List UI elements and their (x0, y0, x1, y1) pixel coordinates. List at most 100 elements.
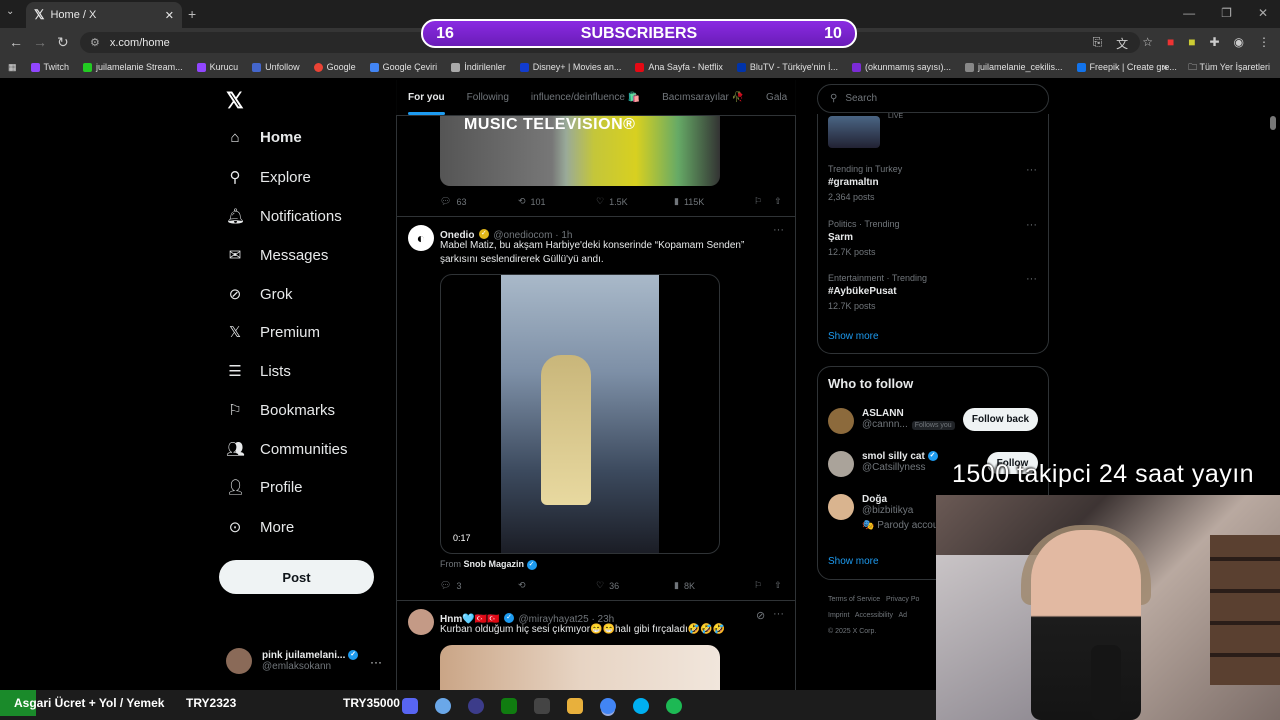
page-scrollbar[interactable] (1270, 116, 1276, 130)
footer-link[interactable]: Privacy Po (886, 596, 919, 603)
extension-red-icon[interactable]: ■ (1167, 35, 1174, 52)
post-button[interactable]: Post (219, 560, 374, 594)
app-icon[interactable] (435, 698, 451, 714)
close-tab-icon[interactable]: ✕ (165, 9, 174, 22)
bookmark-item[interactable]: Google Çeviri (369, 62, 437, 72)
footer-link[interactable]: Accessibility (855, 612, 893, 619)
views-button[interactable]: ▮ 115K (674, 196, 752, 207)
reload-icon[interactable]: ↻ (57, 34, 69, 51)
x-logo-icon[interactable]: 𝕏 (226, 88, 244, 114)
profile-icon[interactable]: ◉ (1234, 35, 1244, 52)
nav-communities[interactable]: 👥︎ Communities (226, 440, 348, 459)
chrome-icon[interactable] (600, 698, 616, 714)
tab-influence[interactable]: influence/deinfluence 🛍️ (531, 92, 640, 103)
grok-icon[interactable]: ⊘ (756, 609, 765, 622)
nav-bookmarks[interactable]: ⚐ Bookmarks (226, 401, 335, 420)
tab-gala[interactable]: Gala (766, 92, 787, 103)
capcut-icon[interactable] (534, 698, 550, 714)
bookmark-button[interactable]: ⚐ (754, 580, 762, 591)
tab-for-you[interactable]: For you (408, 92, 445, 115)
close-window-icon[interactable]: ✕ (1258, 6, 1268, 20)
repost-button[interactable]: ⟲ (518, 580, 596, 591)
nav-notifications[interactable]: 🔔︎ Notifications (226, 207, 342, 226)
new-tab-icon[interactable]: + (188, 6, 196, 22)
tweet-media-image[interactable]: MUSIC TELEVISION® (440, 116, 720, 186)
trend-item[interactable]: Entertainment · Trending #AybükePusat 12… (828, 273, 927, 311)
nav-messages[interactable]: ✉ Messages (226, 246, 329, 265)
nav-grok[interactable]: ⊘ Grok (226, 285, 293, 304)
menu-icon[interactable]: ⋮ (1258, 35, 1270, 52)
avatar[interactable] (408, 609, 434, 635)
back-icon[interactable]: ← (9, 34, 23, 50)
nav-premium[interactable]: 𝕏 Premium (226, 323, 320, 342)
bookmark-item[interactable]: juilamelanie_cekilis... (965, 62, 1063, 72)
bookmark-item[interactable]: Google (313, 62, 356, 72)
tweet-more-icon[interactable]: ··· (773, 608, 784, 620)
tab-following[interactable]: Following (467, 92, 509, 103)
trends-show-more-link[interactable]: Show more (828, 331, 879, 342)
account-more-icon[interactable]: ··· (370, 655, 382, 669)
bookmark-item[interactable]: juilamelanie Stream... (83, 62, 183, 72)
site-info-icon[interactable]: ⚙ (90, 36, 100, 49)
follow-suggestion[interactable]: Doğa @bizbitikya 🎭 Parody accou (828, 494, 938, 531)
follow-suggestion[interactable]: smol silly cat ✓ @Catsillyness (828, 451, 938, 477)
minimize-icon[interactable]: — (1183, 6, 1195, 20)
avatar[interactable]: ◐ (408, 225, 434, 251)
tweet-more-icon[interactable]: ··· (773, 224, 784, 236)
trend-more-icon[interactable]: ··· (1026, 219, 1037, 231)
browser-tab[interactable]: 𝕏 Home / X ✕ (26, 2, 182, 28)
footer-link[interactable]: Terms of Service (828, 596, 880, 603)
bookmark-item[interactable]: Kurucu (196, 62, 238, 72)
nav-lists[interactable]: ☰ Lists (226, 362, 291, 381)
all-bookmarks-button[interactable]: » 🗀 Tüm Yer İşaretleri (1163, 60, 1270, 76)
bookmark-item[interactable]: (okunmamış sayısı)... (851, 62, 951, 72)
bookmark-item[interactable]: Unfollow (252, 62, 300, 72)
reply-button[interactable]: 💬︎ 3 (440, 580, 518, 591)
apps-icon[interactable]: ▦ (8, 62, 17, 73)
follow-back-button[interactable]: Follow back (963, 408, 1038, 431)
tweet-video[interactable]: 0:17 (440, 274, 720, 554)
file-explorer-icon[interactable] (567, 698, 583, 714)
forward-icon[interactable]: → (33, 34, 47, 50)
trend-more-icon[interactable]: ··· (1026, 164, 1037, 176)
nav-explore[interactable]: ⚲ Explore (226, 168, 311, 187)
footer-link[interactable]: Ad (898, 612, 907, 619)
follow-suggestion[interactable]: ASLANN @cannn... Follows you (828, 408, 955, 434)
tab-bacimsarayilar[interactable]: Bacımsarayılar 🥀 (662, 92, 744, 103)
bookmark-item[interactable]: İndirilenler (451, 62, 506, 72)
maximize-icon[interactable]: ❐ (1221, 6, 1232, 20)
account-switcher[interactable]: pink juilamelani... ✓ @emlaksokann (226, 648, 359, 674)
bookmark-item[interactable]: BluTV - Türkiye'nin İ... (736, 62, 838, 72)
share-button[interactable]: ⇧ (774, 580, 782, 591)
trend-more-icon[interactable]: ··· (1026, 273, 1037, 285)
nav-profile[interactable]: 👤︎ Profile (226, 478, 303, 497)
share-button[interactable]: ⇧ (774, 196, 782, 207)
source-name[interactable]: Snob Magazin (464, 559, 525, 569)
bookmark-item[interactable]: Disney+ | Movies an... (519, 62, 621, 72)
obs-icon[interactable] (468, 698, 484, 714)
repost-button[interactable]: ⟲ 101 (518, 196, 596, 207)
bookmark-button[interactable]: ⚐ (754, 196, 762, 207)
spotify-icon[interactable] (666, 698, 682, 714)
extensions-icon[interactable]: ✚ (1209, 35, 1219, 52)
footer-link[interactable]: Imprint (828, 612, 849, 619)
nav-home[interactable]: ⌂ Home (226, 129, 301, 146)
nav-more[interactable]: ⊙ More (226, 518, 294, 537)
trend-item[interactable]: Trending in Turkey #gramaltın 2,364 post… (828, 164, 902, 202)
discord-icon[interactable] (402, 698, 418, 714)
url-text[interactable]: x.com/home (110, 37, 170, 49)
tab-list-icon[interactable]: ⌄ (6, 6, 14, 17)
extension-yellow-icon[interactable]: ■ (1188, 35, 1195, 52)
news-thumbnail[interactable] (828, 116, 880, 148)
star-icon[interactable]: ☆ (1142, 35, 1153, 52)
like-button[interactable]: ♡ 36 (596, 580, 674, 591)
like-button[interactable]: ♡ 1.5K (596, 196, 674, 207)
search-input[interactable]: ⚲ Search (817, 84, 1049, 113)
bookmark-item[interactable]: Ana Sayfa - Netflix (635, 62, 723, 72)
install-icon[interactable]: ⎘ (1093, 35, 1103, 52)
skype-icon[interactable] (633, 698, 649, 714)
translate-icon[interactable]: 文 (1116, 35, 1128, 52)
trend-item[interactable]: Politics · Trending Şarm 12.7K posts (828, 219, 900, 257)
reply-button[interactable]: 💬︎ 63 (440, 196, 518, 207)
views-button[interactable]: ▮ 8K (674, 580, 752, 591)
